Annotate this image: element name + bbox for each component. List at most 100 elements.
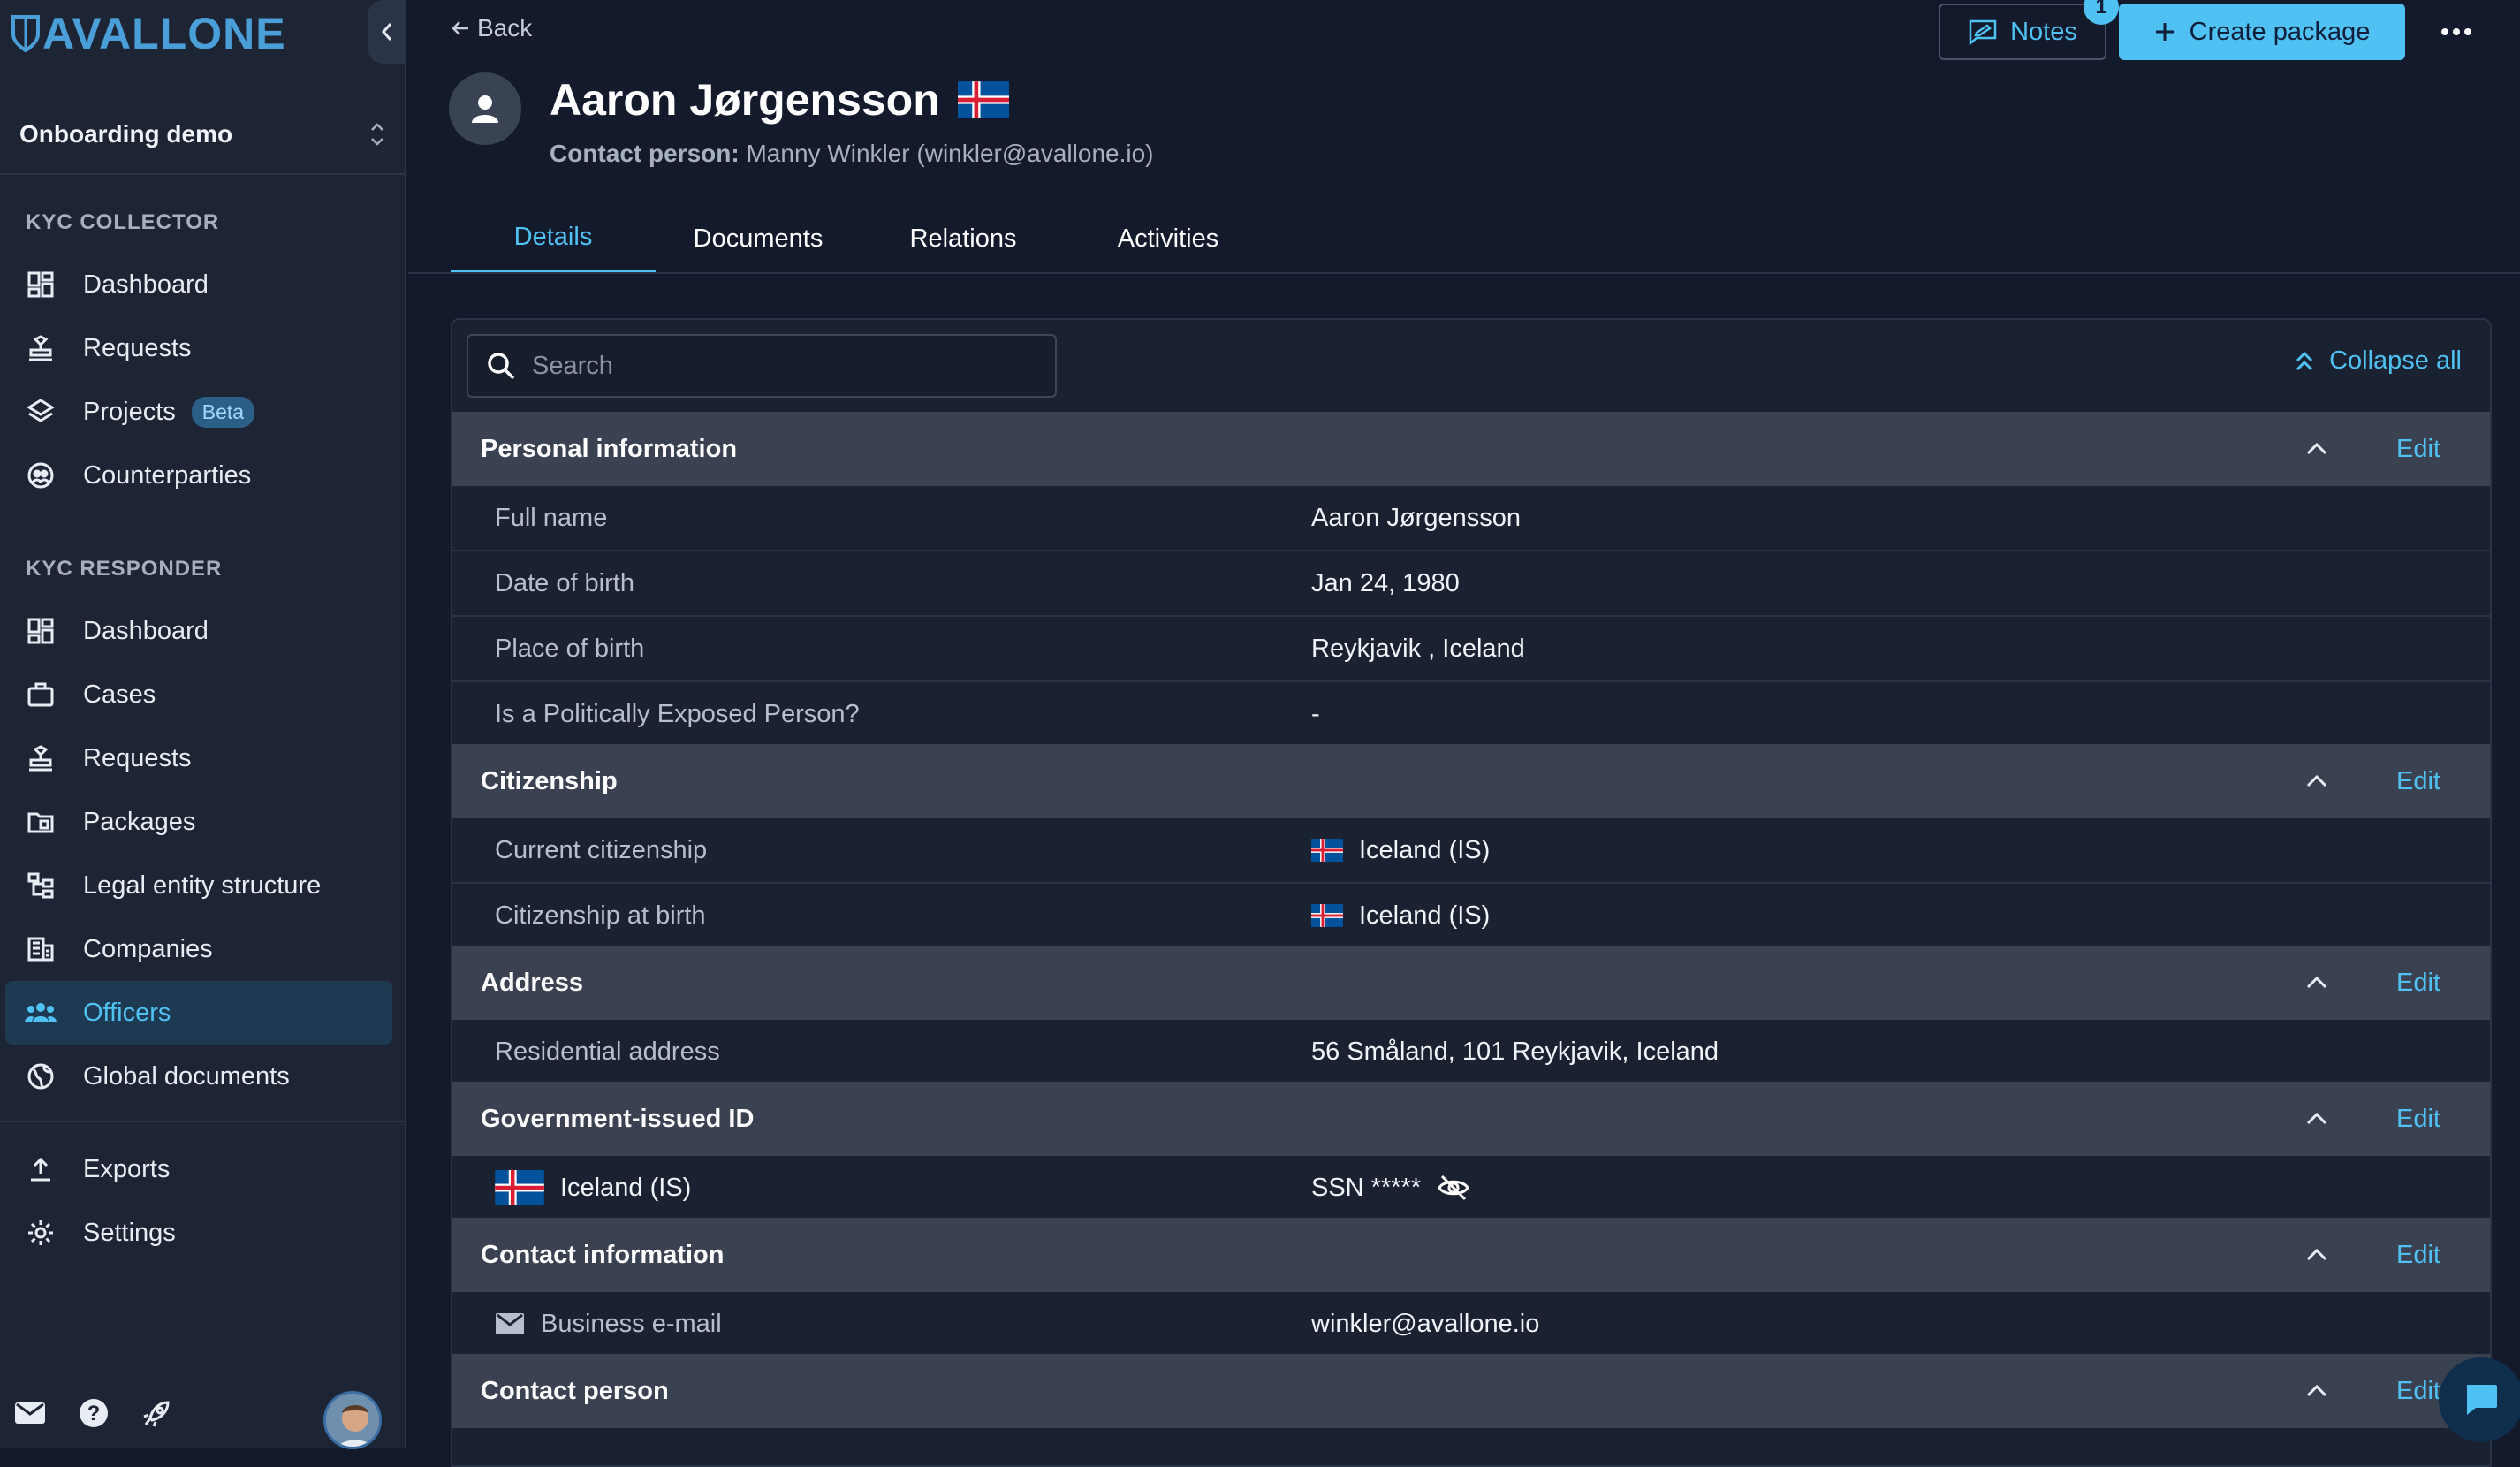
contact-type: Business e-mail <box>541 1309 722 1338</box>
field-label: Full name <box>495 503 608 532</box>
sidebar-item-label: Dashboard <box>83 616 209 645</box>
tab-activities[interactable]: Activities <box>1066 203 1271 274</box>
stamp-icon <box>25 742 57 774</box>
sidebar-item-label: Legal entity structure <box>83 870 322 900</box>
sidebar-item-responder-dashboard[interactable]: Dashboard <box>0 599 406 663</box>
chevron-up-icon[interactable] <box>2303 1377 2331 1405</box>
section-title: Contact information <box>481 1240 725 1269</box>
edit-link[interactable]: Edit <box>2396 1377 2440 1406</box>
ssn-masked-value: SSN ***** <box>1311 1173 1422 1202</box>
section-header-government-id[interactable]: Government-issued ID Edit <box>452 1082 2490 1156</box>
page-title: Aaron Jørgensson <box>550 74 1009 125</box>
edit-link[interactable]: Edit <box>2396 435 2440 464</box>
tabs-divider <box>408 272 2520 274</box>
field-value: Iceland (IS) <box>1311 836 1490 865</box>
tab-details[interactable]: Details <box>451 203 656 274</box>
create-package-label: Create package <box>2189 17 2371 46</box>
chevron-up-icon[interactable] <box>2303 1105 2331 1133</box>
sidebar-item-label: Cases <box>83 680 156 709</box>
table-row: Iceland (IS) SSN ***** <box>452 1156 2490 1221</box>
edit-link[interactable]: Edit <box>2396 969 2440 998</box>
section-header-citizenship[interactable]: Citizenship Edit <box>452 744 2490 818</box>
sidebar-item-collector-dashboard[interactable]: Dashboard <box>0 253 406 316</box>
notes-button[interactable]: Notes <box>1939 4 2106 60</box>
section-header-address[interactable]: Address Edit <box>452 946 2490 1020</box>
sidebar-item-exports[interactable]: Exports <box>0 1137 406 1201</box>
dashboard-icon <box>25 269 57 300</box>
table-row: Business e-mail winkler@avallone.io <box>452 1292 2490 1357</box>
sidebar-item-companies[interactable]: Companies <box>0 917 406 981</box>
avallone-logo[interactable]: AVALLONE <box>11 7 286 60</box>
table-row: Place of birth Reykjavik , Iceland <box>452 617 2490 682</box>
chevron-up-icon[interactable] <box>2303 1241 2331 1269</box>
sidebar-item-packages[interactable]: Packages <box>0 790 406 854</box>
section-title: Address <box>481 968 584 997</box>
collapse-all-button[interactable]: Collapse all <box>2294 346 2462 376</box>
tree-icon <box>25 870 57 901</box>
notes-label: Notes <box>2010 17 2077 46</box>
chevron-left-icon <box>381 23 392 41</box>
user-avatar[interactable] <box>323 1391 382 1449</box>
double-chevron-up-icon <box>2296 351 2313 370</box>
edit-link[interactable]: Edit <box>2396 1241 2440 1270</box>
layers-icon <box>25 396 57 428</box>
tab-documents[interactable]: Documents <box>656 203 861 274</box>
edit-link[interactable]: Edit <box>2396 1105 2440 1134</box>
section-header-contact-person[interactable]: Contact person Edit <box>452 1354 2490 1428</box>
chevron-updown-icon <box>371 123 383 146</box>
create-package-button[interactable]: Create package <box>2119 4 2405 60</box>
section-header-personal-information[interactable]: Personal information Edit <box>452 412 2490 486</box>
dashboard-icon <box>25 615 57 647</box>
sidebar-divider <box>0 1121 406 1122</box>
svg-text:?: ? <box>87 1402 101 1425</box>
sidebar-item-officers[interactable]: Officers <box>5 981 392 1045</box>
sidebar-item-counterparties[interactable]: Counterparties <box>0 444 406 507</box>
people-icon <box>25 997 57 1029</box>
building-icon <box>25 933 57 965</box>
chevron-up-icon[interactable] <box>2303 767 2331 795</box>
contact-person-value: Manny Winkler (winkler@avallone.io) <box>746 140 1154 167</box>
field-label: Residential address <box>495 1037 720 1066</box>
eye-off-icon[interactable] <box>1437 1174 1470 1202</box>
rocket-icon[interactable] <box>141 1397 173 1429</box>
sidebar-item-projects[interactable]: Projects Beta <box>0 380 406 444</box>
sidebar-item-label: Counterparties <box>83 460 252 490</box>
help-icon[interactable]: ? <box>78 1397 110 1429</box>
sidebar-item-cases[interactable]: Cases <box>0 663 406 726</box>
folder-icon <box>25 806 57 838</box>
chevron-up-icon[interactable] <box>2303 969 2331 997</box>
sidebar-item-responder-requests[interactable]: Requests <box>0 726 406 790</box>
notes-icon <box>1969 19 1997 45</box>
table-row: Full name Aaron Jørgensson <box>452 486 2490 551</box>
chevron-up-icon[interactable] <box>2303 435 2331 463</box>
sidebar-item-settings[interactable]: Settings <box>0 1201 406 1265</box>
sidebar-item-legal-entity-structure[interactable]: Legal entity structure <box>0 854 406 917</box>
back-link[interactable]: Back <box>451 14 532 42</box>
sidebar-item-collector-requests[interactable]: Requests <box>0 316 406 380</box>
chat-support-button[interactable] <box>2439 1357 2520 1442</box>
section-header-contact-information[interactable]: Contact information Edit <box>452 1218 2490 1292</box>
field-label: Place of birth <box>495 634 645 663</box>
edit-link[interactable]: Edit <box>2396 767 2440 796</box>
collapse-sidebar-button[interactable] <box>368 0 406 64</box>
search-field[interactable] <box>467 334 1057 398</box>
section-label-kyc-collector: KYC COLLECTOR <box>26 210 220 234</box>
sidebar-item-label: Projects <box>83 397 176 426</box>
more-options-button[interactable] <box>2432 14 2481 49</box>
country-value: Iceland (IS) <box>1359 835 1491 864</box>
id-country: Iceland (IS) <box>560 1173 692 1202</box>
details-panel: Collapse all Personal information Edit F… <box>451 318 2492 1467</box>
iceland-flag-icon <box>1311 904 1343 927</box>
person-avatar <box>449 72 521 145</box>
search-input[interactable] <box>530 350 1025 382</box>
mail-icon[interactable] <box>14 1401 46 1425</box>
section-label-kyc-responder: KYC RESPONDER <box>26 557 223 581</box>
organization-switcher[interactable]: Onboarding demo <box>0 95 406 175</box>
contact-person-label: Contact person: <box>550 140 740 167</box>
envelope-icon <box>496 1313 524 1334</box>
sidebar-item-global-documents[interactable]: Global documents <box>0 1045 406 1108</box>
sidebar-item-label: Packages <box>83 807 196 836</box>
tab-relations[interactable]: Relations <box>861 203 1066 274</box>
field-value: Iceland (IS) <box>1311 901 1490 931</box>
sidebar-item-label: Global documents <box>83 1061 290 1091</box>
